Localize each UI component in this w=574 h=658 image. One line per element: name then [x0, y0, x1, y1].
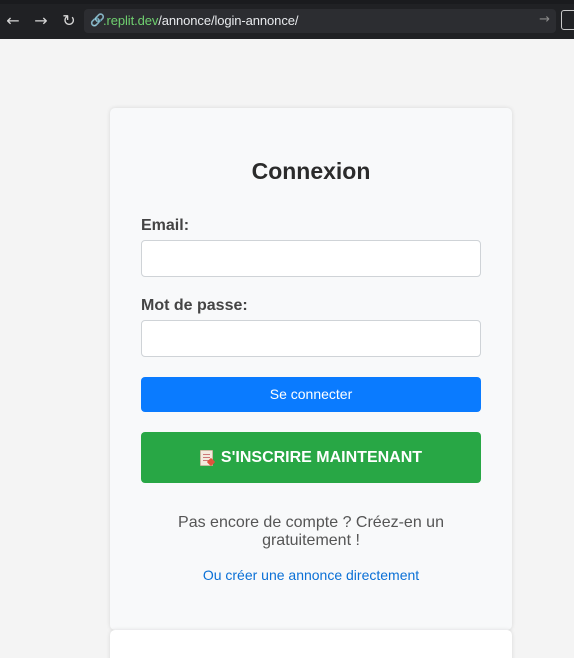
url-text[interactable]: .replit.dev/annonce/login-annonce/	[103, 13, 298, 28]
reload-icon[interactable]: ↻	[58, 10, 80, 32]
password-label: Mot de passe:	[141, 297, 248, 314]
url-domain: .replit.dev	[103, 13, 159, 28]
back-arrow-icon[interactable]: ←	[2, 10, 24, 32]
signup-button[interactable]: S'INSCRIRE MAINTENANT	[141, 432, 481, 483]
signup-hint: Pas encore de compte ? Créez-en un gratu…	[178, 514, 444, 549]
forward-arrow-icon[interactable]: →	[30, 10, 52, 32]
link-icon: 🔗	[90, 13, 105, 27]
document-icon	[199, 449, 213, 466]
create-annonce-link[interactable]: Ou créer une annonce directement	[141, 567, 481, 583]
url-path: /annonce/login-annonce/	[158, 13, 299, 28]
login-button[interactable]: Se connecter	[141, 377, 481, 412]
password-field[interactable]	[141, 320, 481, 357]
signup-button-label: S'INSCRIRE MAINTENANT	[220, 449, 423, 466]
email-label: Email:	[141, 217, 190, 234]
signup-button-content: S'INSCRIRE MAINTENANT	[199, 432, 423, 483]
secondary-card	[110, 630, 512, 658]
go-arrow-icon[interactable]: →	[539, 12, 550, 27]
login-card	[110, 108, 512, 630]
window-icon[interactable]	[561, 10, 574, 30]
page-title: Connexion	[251, 158, 371, 184]
address-bar[interactable]: 🔗 .replit.dev/annonce/login-annonce/ →	[84, 9, 556, 33]
browser-toolbar: ← → ↻ 🔗 .replit.dev/annonce/login-annonc…	[0, 0, 574, 39]
email-field[interactable]	[141, 240, 481, 277]
tab-strip-edge	[0, 0, 574, 4]
